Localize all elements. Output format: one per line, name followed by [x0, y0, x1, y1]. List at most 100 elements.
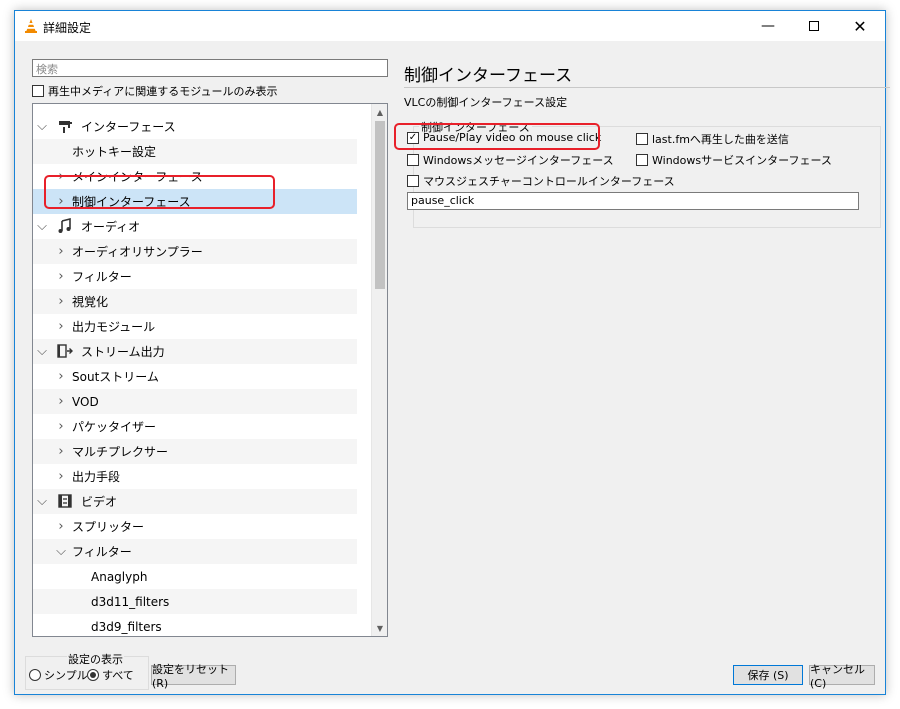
windows-service-checkbox[interactable]	[636, 154, 648, 166]
vlc-cone-icon	[25, 19, 37, 33]
tree-item[interactable]: › Soutストリーム	[33, 364, 357, 389]
tree-item[interactable]: › オーディオリサンプラー	[33, 239, 357, 264]
tree-item-label: Soutストリーム	[72, 370, 159, 384]
search-placeholder: 検索	[36, 63, 58, 76]
only-current-checkbox[interactable]: 再生中メディアに関連するモジュールのみ表示	[32, 83, 277, 99]
tree-item-label: 出力手段	[72, 470, 121, 484]
radio-simple-label: シンプル	[44, 669, 88, 682]
checkbox-box[interactable]	[32, 85, 44, 97]
maximize-icon	[809, 21, 819, 31]
tree-item[interactable]: › フィルター	[33, 264, 357, 289]
preferences-window: 詳細設定 — ✕ 検索 再生中メディアに関連するモジュールのみ表示 ⌵ インターフ…	[14, 10, 890, 695]
mouse-gesture-label: マウスジェスチャーコントロールインターフェース	[423, 175, 675, 188]
tree-item[interactable]: ⌵ オーディオ	[33, 214, 357, 239]
tree-item[interactable]: ⌵ ビデオ	[33, 489, 357, 514]
panel-subtitle: VLCの制御インターフェース設定	[404, 96, 568, 109]
option-highlight-annotation	[394, 123, 600, 150]
maximize-button[interactable]	[791, 11, 837, 41]
tree-item[interactable]: d3d11_filters	[33, 589, 357, 614]
tree-item[interactable]: › VOD	[33, 389, 357, 414]
panel-title: 制御インターフェース	[404, 66, 573, 86]
tree-item-label: マルチプレクサー	[72, 445, 169, 459]
tree-item[interactable]: Anaglyph	[33, 564, 357, 589]
cancel-label: キャンセル (C)	[810, 662, 865, 690]
option-windows-service[interactable]: Windowsサービスインターフェース	[636, 152, 832, 168]
minimize-button[interactable]: —	[745, 11, 791, 41]
scrollbar-thumb[interactable]	[375, 121, 385, 289]
display-mode-title: 設定の表示	[67, 651, 124, 667]
chevron-down-icon[interactable]: ⌵	[37, 219, 47, 234]
tree-item[interactable]: › 視覚化	[33, 289, 357, 314]
tree-item[interactable]: ⌵ インターフェース	[33, 114, 357, 139]
search-input[interactable]: 検索	[32, 59, 388, 77]
chevron-right-icon[interactable]: ›	[56, 319, 66, 334]
option-mouse-gesture[interactable]: マウスジェスチャーコントロールインターフェース	[407, 173, 675, 189]
tree-item[interactable]: › 出力モジュール	[33, 314, 357, 339]
window-title: 詳細設定	[43, 21, 92, 35]
tree-item-label: 視覚化	[72, 295, 109, 309]
close-button[interactable]: ✕	[837, 11, 883, 41]
windows-service-label: Windowsサービスインターフェース	[652, 154, 832, 167]
chevron-right-icon[interactable]: ›	[56, 519, 66, 534]
lastfm-checkbox[interactable]	[636, 133, 648, 145]
modules-value: pause_click	[411, 194, 475, 207]
tree-scrollbar[interactable]: ▲ ▼	[371, 104, 387, 636]
title-bar: 詳細設定 — ✕	[15, 11, 885, 41]
tree-item[interactable]: d3d9_filters	[33, 614, 357, 636]
tree-item-label: ホットキー設定	[72, 145, 157, 159]
only-current-label: 再生中メディアに関連するモジュールのみ表示	[48, 85, 278, 98]
reset-button[interactable]: 設定をリセット (R)	[151, 663, 236, 690]
chevron-down-icon[interactable]: ⌵	[37, 344, 47, 359]
close-icon: ✕	[853, 16, 867, 36]
radio-all[interactable]: すべて	[87, 667, 134, 683]
chevron-right-icon[interactable]: ›	[56, 444, 66, 459]
tree-item[interactable]: › スプリッター	[33, 514, 357, 539]
chevron-right-icon[interactable]: ›	[56, 244, 66, 259]
tree-item-label: フィルター	[72, 270, 132, 284]
video-icon	[57, 493, 73, 509]
tree-item-label: オーディオリサンプラー	[72, 245, 203, 259]
chevron-down-icon[interactable]: ⌵	[37, 494, 47, 509]
cancel-button[interactable]: キャンセル (C)	[809, 663, 875, 690]
tree-item-label: VOD	[72, 394, 99, 409]
tree-item[interactable]: › 出力手段	[33, 464, 357, 489]
tree-item-label: ビデオ	[81, 495, 118, 509]
tree-item-label: d3d9_filters	[91, 619, 162, 634]
tree-item[interactable]: ホットキー設定	[33, 139, 357, 164]
scroll-down-icon[interactable]: ▼	[372, 620, 387, 636]
scroll-up-icon[interactable]: ▲	[372, 104, 387, 120]
chevron-right-icon[interactable]: ›	[56, 419, 66, 434]
tree-item-label: パケッタイザー	[72, 420, 157, 434]
radio-all-circle[interactable]	[87, 669, 99, 681]
tree-item-label: 出力モジュール	[72, 320, 156, 334]
chevron-right-icon[interactable]: ›	[56, 394, 66, 409]
chevron-right-icon[interactable]: ›	[56, 294, 66, 309]
tree-item-label: d3d11_filters	[91, 594, 170, 609]
windows-message-label: Windowsメッセージインターフェース	[423, 154, 614, 167]
chevron-down-icon[interactable]: ⌵	[56, 544, 66, 559]
save-label: 保存 (S)	[747, 669, 789, 682]
mouse-gesture-checkbox[interactable]	[407, 175, 419, 187]
chevron-right-icon[interactable]: ›	[56, 269, 66, 284]
tree-item-label: スプリッター	[72, 520, 145, 534]
tree-item[interactable]: ⌵ ストリーム出力	[33, 339, 357, 364]
tree-item[interactable]: ⌵ フィルター	[33, 539, 357, 564]
audio-icon	[57, 217, 73, 234]
windows-message-checkbox[interactable]	[407, 154, 419, 166]
tree-item[interactable]: › マルチプレクサー	[33, 439, 357, 464]
save-button[interactable]: 保存 (S)	[733, 665, 803, 685]
chevron-right-icon[interactable]: ›	[56, 369, 66, 384]
tree-item[interactable]: › パケッタイザー	[33, 414, 357, 439]
radio-simple[interactable]: シンプル	[29, 667, 88, 683]
lastfm-label: last.fmへ再生した曲を送信	[652, 133, 789, 146]
radio-simple-circle[interactable]	[29, 669, 41, 681]
chevron-right-icon[interactable]: ›	[56, 469, 66, 484]
modules-field[interactable]: pause_click	[407, 192, 859, 210]
tree-item-label: オーディオ	[81, 220, 141, 234]
chevron-down-icon[interactable]: ⌵	[37, 119, 47, 134]
option-windows-message[interactable]: Windowsメッセージインターフェース	[407, 152, 614, 168]
tree-item-label: フィルター	[72, 545, 132, 559]
stream-output-icon	[57, 343, 73, 359]
option-lastfm[interactable]: last.fmへ再生した曲を送信	[636, 131, 789, 147]
tree-item-label: ストリーム出力	[81, 345, 165, 359]
